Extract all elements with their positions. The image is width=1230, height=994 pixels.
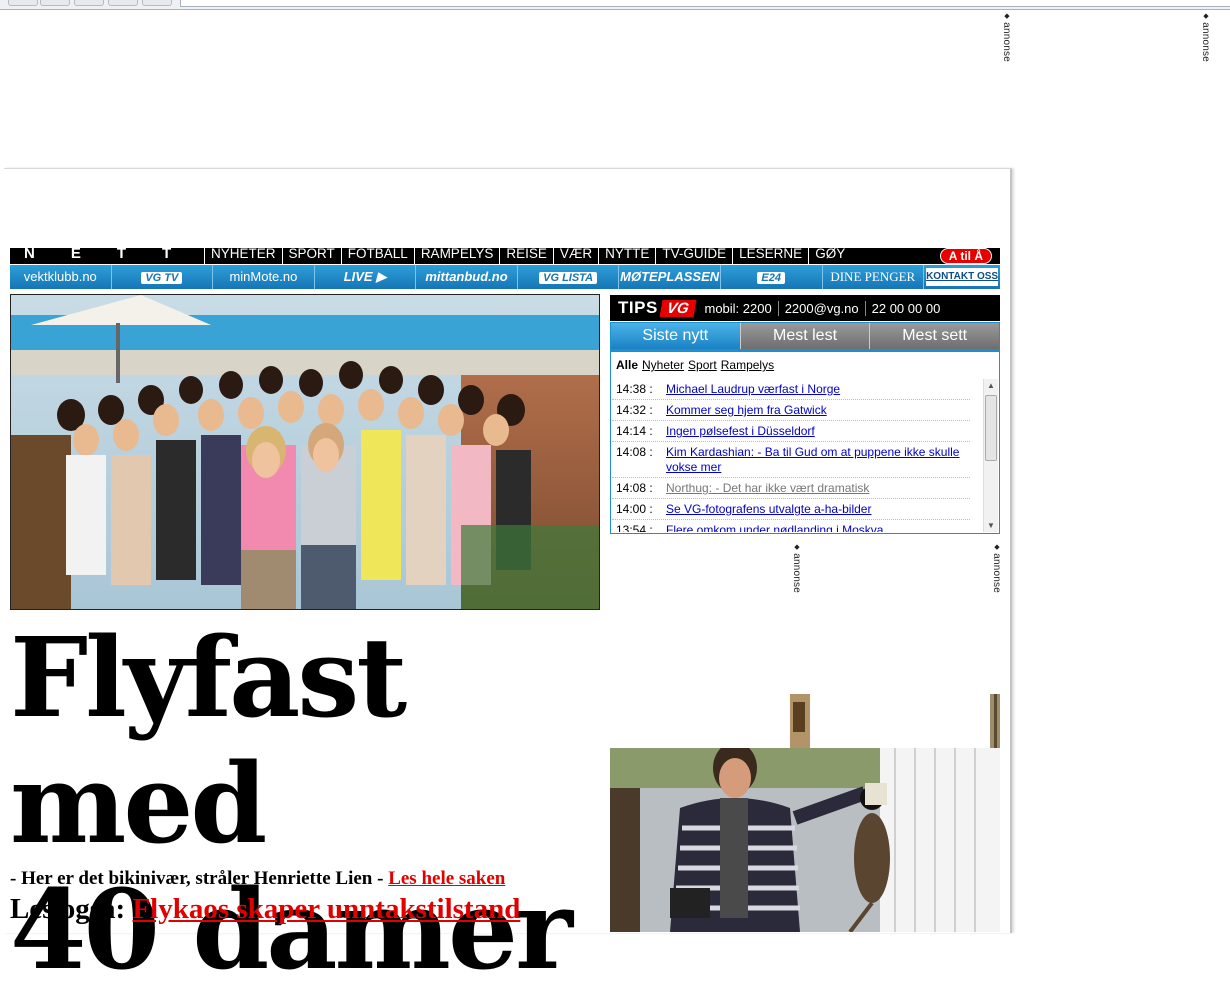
latest-news-widget: Siste nytt Mest lest Mest sett Alle Nyhe… [610,322,1000,534]
ad-image-illustration [790,694,810,748]
filter-rampelys[interactable]: Rampelys [721,358,774,372]
tips-bar: TIPS VG mobil: 2200 2200@vg.no 22 00 00 … [610,295,1000,321]
ad-triangle-icon: ◆ [1202,12,1209,21]
partner-nav: vektklubb.no VG TV minMote.no LIVE ▶ mit… [10,265,1000,289]
side-story-photo[interactable] [610,748,1000,932]
news-list: 14:38 : Michael Laudrup værfast i Norge 1… [612,379,982,532]
filter-nyheter[interactable]: Nyheter [642,358,684,372]
stop-button[interactable] [108,0,138,6]
tab-mest-sett[interactable]: Mest sett [869,323,1000,349]
partner-link-vgtv[interactable]: VG TV [112,265,214,289]
partner-link-vglista[interactable]: VG LISTA [518,265,620,289]
address-bar[interactable] [180,0,1230,7]
partner-link-e24[interactable]: E24 [721,265,823,289]
news-link[interactable]: Ingen pølsefest i Düsseldorf [666,424,815,439]
nav-item-sport[interactable]: SPORT [281,247,341,264]
news-link[interactable]: Flere omkom under nødlanding i Moskva [666,523,883,532]
forward-button[interactable] [40,0,70,6]
tab-mest-lest[interactable]: Mest lest [739,323,870,349]
news-time: 14:00 : [616,502,653,516]
nav-item-fotball[interactable]: FOTBALL [340,247,414,264]
partner-link-live[interactable]: LIVE ▶ [315,265,417,289]
tips-email[interactable]: 2200@vg.no [777,300,865,316]
ad-image-fragment[interactable] [990,694,1000,748]
news-link[interactable]: Michael Laudrup værfast i Norge [666,382,840,397]
rat-photo-illustration [610,748,1000,932]
main-story-photo[interactable] [10,294,600,610]
story-lede: - Her er det bikinivær, stråler Henriett… [10,868,506,889]
partner-link-moteplassen[interactable]: MØTEPLASSEN [619,265,721,289]
read-also: Les også: Flykaos skaper unntakstilstand [10,893,521,925]
headline-line-1: Flyfast med [10,613,407,868]
ad-image-fragment[interactable] [790,694,810,748]
ad-label: ◆annonse [1200,12,1211,62]
ad-label: ◆annonse [1001,12,1012,62]
main-headline[interactable]: Flyfast med 40 damer [10,615,610,993]
news-link[interactable]: Se VG-fotografens utvalgte a-ha-bilder [666,502,871,517]
nav-item-tv-guide[interactable]: TV-GUIDE [655,247,732,264]
scroll-thumb[interactable] [985,395,997,461]
news-filter: Alle Nyheter Sport Rampelys [611,349,999,378]
tab-siste-nytt[interactable]: Siste nytt [611,323,740,349]
nav-item-rampelys[interactable]: RAMPELYS [413,247,500,264]
tips-mobile: mobil: 2200 [704,300,772,316]
news-link[interactable]: Kommer seg hjem fra Gatwick [666,403,827,418]
group-photo-illustration [11,295,599,609]
news-scrollbar[interactable]: ▲ ▼ [983,379,998,532]
news-link[interactable]: Northug: - Det har ikke vært dramatisk [666,481,869,496]
nav-item-nytte[interactable]: NYTTE [598,247,655,264]
nav-item-nyheter[interactable]: NYHETER [204,247,282,264]
news-row: 14:08 : Kim Kardashian: - Ba til Gud om a… [612,442,970,478]
nett-logo[interactable]: NETT [10,248,204,264]
news-tabs: Siste nytt Mest lest Mest sett [611,323,1000,349]
browser-toolbar [0,0,1230,10]
home-button[interactable] [142,0,172,6]
news-time: 14:08 : [616,481,653,495]
filter-alle[interactable]: Alle [616,358,638,372]
news-time: 13:54 : [616,523,653,532]
news-row: 14:00 : Se VG-fotografens utvalgte a-ha-b… [612,499,970,520]
news-row: 14:08 : Northug: - Det har ikke vært dram… [612,478,970,499]
reload-button[interactable] [74,0,104,6]
vg-logo: VG [659,299,696,317]
nav-item-goy[interactable]: GØY [808,247,851,264]
news-time: 14:32 : [616,403,653,417]
news-time: 14:08 : [616,445,653,459]
news-row: 14:14 : Ingen pølsefest i Düsseldorf [612,421,970,442]
tips-logo: TIPS [618,298,658,317]
filter-sport[interactable]: Sport [688,358,717,372]
read-full-story-link[interactable]: Les hele saken [388,868,505,889]
ad-triangle-icon: ◆ [1003,12,1010,21]
news-row: 14:32 : Kommer seg hjem fra Gatwick [612,400,970,421]
a-til-a-button[interactable]: A til Å [939,248,992,264]
ad-image-illustration [990,694,1000,748]
partner-link-vektklubb[interactable]: vektklubb.no [10,265,112,289]
nav-item-vaer[interactable]: VÆR [552,247,598,264]
scroll-down-icon[interactable]: ▼ [984,521,998,530]
news-row: 13:54 : Flere omkom under nødlanding i Mo… [612,520,970,532]
scroll-up-icon[interactable]: ▲ [984,381,998,390]
tips-phone: 22 00 00 00 [864,300,947,316]
contact-link[interactable]: KONTAKT OSS [926,268,998,286]
back-button[interactable] [8,0,38,6]
read-also-link[interactable]: Flykaos skaper unntakstilstand [132,893,520,925]
partner-link-mittanbud[interactable]: mittanbud.no [416,265,518,289]
nav-item-reise[interactable]: REISE [499,247,553,264]
news-link[interactable]: Kim Kardashian: - Ba til Gud om at puppe… [666,445,970,475]
news-row: 14:38 : Michael Laudrup værfast i Norge [612,379,970,400]
news-time: 14:14 : [616,424,653,438]
partner-link-dine-penger[interactable]: DINE PENGER [823,265,925,289]
news-time: 14:38 : [616,382,653,396]
nav-item-leserne[interactable]: LESERNE [732,247,808,264]
main-nav: NETT NYHETER SPORT FOTBALL RAMPELYS REIS… [10,247,1000,264]
partner-link-minmote[interactable]: minMote.no [213,265,315,289]
